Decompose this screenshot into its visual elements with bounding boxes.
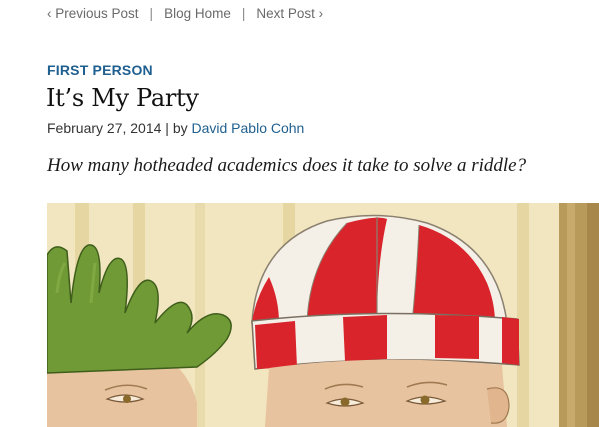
post-date: February 27, 2014 bbox=[47, 120, 162, 136]
hero-image bbox=[47, 203, 599, 427]
blog-post-page: ‹ Previous Post | Blog Home | Next Post › FI… bbox=[0, 0, 599, 427]
post-navigation: ‹ Previous Post | Blog Home | Next Post › bbox=[47, 6, 323, 21]
post-dek: How many hotheaded academics does it tak… bbox=[47, 155, 527, 176]
byline: February 27, 2014 | by David Pablo Cohn bbox=[47, 120, 304, 136]
category-kicker[interactable]: FIRST PERSON bbox=[47, 62, 153, 78]
nav-separator: | bbox=[149, 6, 154, 21]
painting-illustration-icon bbox=[47, 203, 599, 427]
blog-home-link[interactable]: Blog Home bbox=[164, 6, 231, 21]
nav-separator: | bbox=[241, 6, 246, 21]
byline-separator: | by bbox=[161, 120, 192, 136]
next-post-link[interactable]: Next Post › bbox=[256, 6, 323, 21]
author-link[interactable]: David Pablo Cohn bbox=[192, 120, 305, 136]
previous-post-link[interactable]: ‹ Previous Post bbox=[47, 6, 139, 21]
post-title: It’s My Party bbox=[46, 84, 199, 112]
